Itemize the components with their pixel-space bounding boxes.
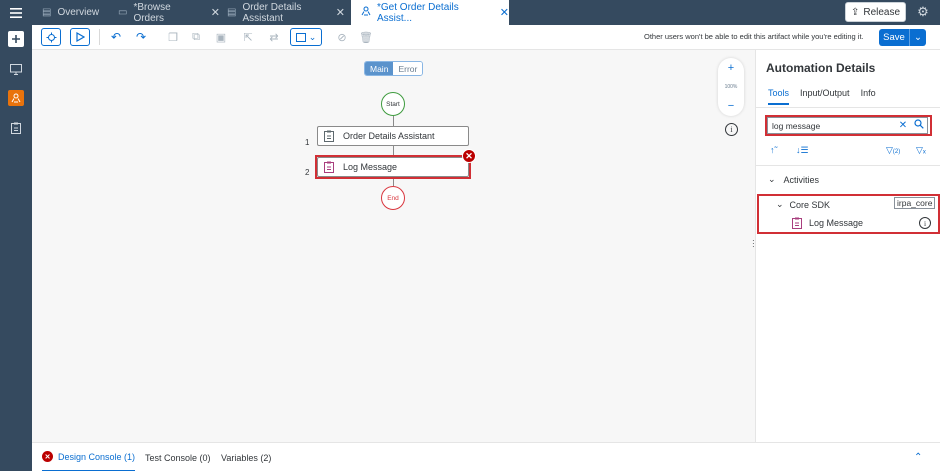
tab-input-output[interactable]: Input/Output	[800, 88, 850, 105]
activity-order-details-assistant[interactable]: Order Details Assistant	[317, 126, 469, 146]
tab-test-console[interactable]: Test Console (0)	[145, 443, 211, 471]
close-icon[interactable]: ✕	[500, 6, 509, 19]
tab-label: *Browse Orders	[133, 1, 171, 24]
divider	[756, 165, 940, 166]
connector-line	[393, 116, 394, 126]
segment-main[interactable]: Main	[365, 62, 394, 75]
edit-lock-note: Other users won't be able to edit this a…	[644, 32, 864, 41]
paste-icon[interactable]: ▣	[213, 28, 229, 46]
highlight-frame	[765, 115, 932, 136]
copy-icon[interactable]: ❐	[165, 28, 181, 46]
toolbar-divider	[99, 29, 100, 45]
tab-label: Order Details Assistant	[242, 1, 302, 24]
automation-icon	[361, 6, 371, 19]
sort-ascending-icon[interactable]: ↑˜	[770, 145, 778, 155]
tab-variables[interactable]: Variables (2)	[221, 443, 271, 471]
step-index: 2	[305, 168, 310, 177]
tab-label: Overview	[57, 7, 100, 18]
console-tab-label: Test Console (0)	[145, 452, 211, 463]
undo-icon[interactable]: ↶	[108, 28, 124, 46]
tab-overview[interactable]: ▤ Overview	[42, 0, 110, 25]
document-icon: ▤	[227, 7, 237, 18]
activities-section[interactable]: ⌄ Activities	[768, 174, 819, 185]
zoom-out-icon[interactable]: −	[728, 100, 734, 112]
upload-icon: ⇪	[850, 6, 860, 18]
tab-order-details-assistant[interactable]: ▤ Order Details Assistant ✕	[227, 0, 345, 25]
chevron-down-icon: ⌄	[308, 31, 317, 42]
automation-step-icon	[323, 129, 335, 143]
hide-icon[interactable]: ⊘	[334, 28, 350, 46]
screen-icon: ▭	[118, 7, 128, 18]
document-icon: ▤	[42, 7, 52, 18]
menu-icon[interactable]	[0, 0, 32, 25]
panel-title: Automation Details	[766, 61, 876, 75]
release-label: Release	[863, 6, 901, 18]
save-button[interactable]: Save ⌄	[879, 29, 926, 46]
save-label: Save	[883, 32, 905, 43]
panel-tabs: Tools Input/Output Info	[768, 88, 887, 105]
tab-design-console[interactable]: ✕ Design Console (1)	[42, 443, 136, 471]
error-icon: ✕	[42, 451, 53, 462]
sort-descending-icon[interactable]: ↓☰	[796, 145, 809, 156]
shell-bar: ▤ Overview ▭ *Browse Orders ✕ ▤ Order De…	[0, 0, 940, 25]
zoom-control: + 100% −	[718, 58, 744, 116]
activity-label: Order Details Assistant	[343, 131, 435, 141]
console-bar: ✕ Design Console (1) Test Console (0) Va…	[32, 442, 940, 471]
error-icon[interactable]: ✕	[462, 149, 476, 163]
left-rail	[0, 25, 32, 471]
tab-browse-orders[interactable]: ▭ *Browse Orders ✕	[118, 0, 220, 25]
delete-icon[interactable]: 🗑	[358, 28, 374, 46]
chevron-up-icon[interactable]: ⌃	[914, 452, 922, 463]
tab-info[interactable]: Info	[861, 88, 876, 105]
close-icon[interactable]: ✕	[211, 6, 220, 19]
debug-icon[interactable]	[41, 28, 61, 46]
info-icon[interactable]: i	[725, 123, 738, 136]
highlight-frame	[315, 155, 471, 179]
view-select-icon[interactable]: ⌄	[290, 28, 322, 46]
start-node[interactable]: Start	[381, 92, 405, 116]
toolbar: ↶ ↷ ❐ ⧉ ▣ ⇱ ⇄ ⌄ ⊘ 🗑 Other users won't be…	[32, 25, 940, 50]
filter-icon[interactable]: ▽(2)	[886, 145, 900, 156]
flow-switch: Main Error	[364, 61, 424, 76]
tab-tools[interactable]: Tools	[768, 88, 790, 105]
add-icon[interactable]	[8, 31, 24, 47]
redo-icon[interactable]: ↷	[133, 28, 149, 46]
clear-filter-icon[interactable]: ▽ₓ	[916, 145, 926, 156]
zoom-in-icon[interactable]: +	[728, 62, 734, 74]
move-icon[interactable]: ⇱	[240, 28, 256, 46]
console-tab-label: Variables (2)	[221, 452, 272, 463]
connector-line	[393, 179, 394, 186]
gear-icon[interactable]: ⚙	[914, 3, 932, 21]
automation-icon[interactable]	[8, 90, 24, 106]
highlight-frame	[757, 194, 940, 234]
end-node[interactable]: End	[381, 186, 405, 210]
cut-icon[interactable]: ⧉	[188, 28, 204, 46]
tab-label: *Get Order Details Assist...	[377, 1, 459, 24]
divider	[756, 107, 940, 108]
play-icon[interactable]	[70, 28, 90, 46]
section-label: Activities	[783, 174, 820, 185]
monitor-icon[interactable]	[8, 61, 24, 77]
close-icon[interactable]: ✕	[336, 6, 345, 19]
step-index: 1	[305, 138, 310, 147]
clipboard-icon[interactable]	[8, 120, 24, 136]
chevron-down-icon[interactable]: ⌄	[909, 29, 926, 46]
release-button[interactable]: ⇪ Release	[845, 2, 906, 22]
automation-details-panel: Automation Details Tools Input/Output In…	[755, 50, 940, 442]
workflow-canvas[interactable]: Main Error Start 1 Order Details Assista…	[32, 50, 754, 442]
console-tab-label: Design Console (1)	[58, 451, 136, 462]
segment-error[interactable]: Error	[393, 62, 423, 75]
filter-count: (2)	[892, 149, 901, 155]
swap-icon[interactable]: ⇄	[266, 28, 282, 46]
chevron-down-icon: ⌄	[768, 174, 776, 184]
tab-get-order-details[interactable]: *Get Order Details Assist... ✕	[351, 0, 509, 25]
zoom-level: 100%	[724, 84, 738, 90]
